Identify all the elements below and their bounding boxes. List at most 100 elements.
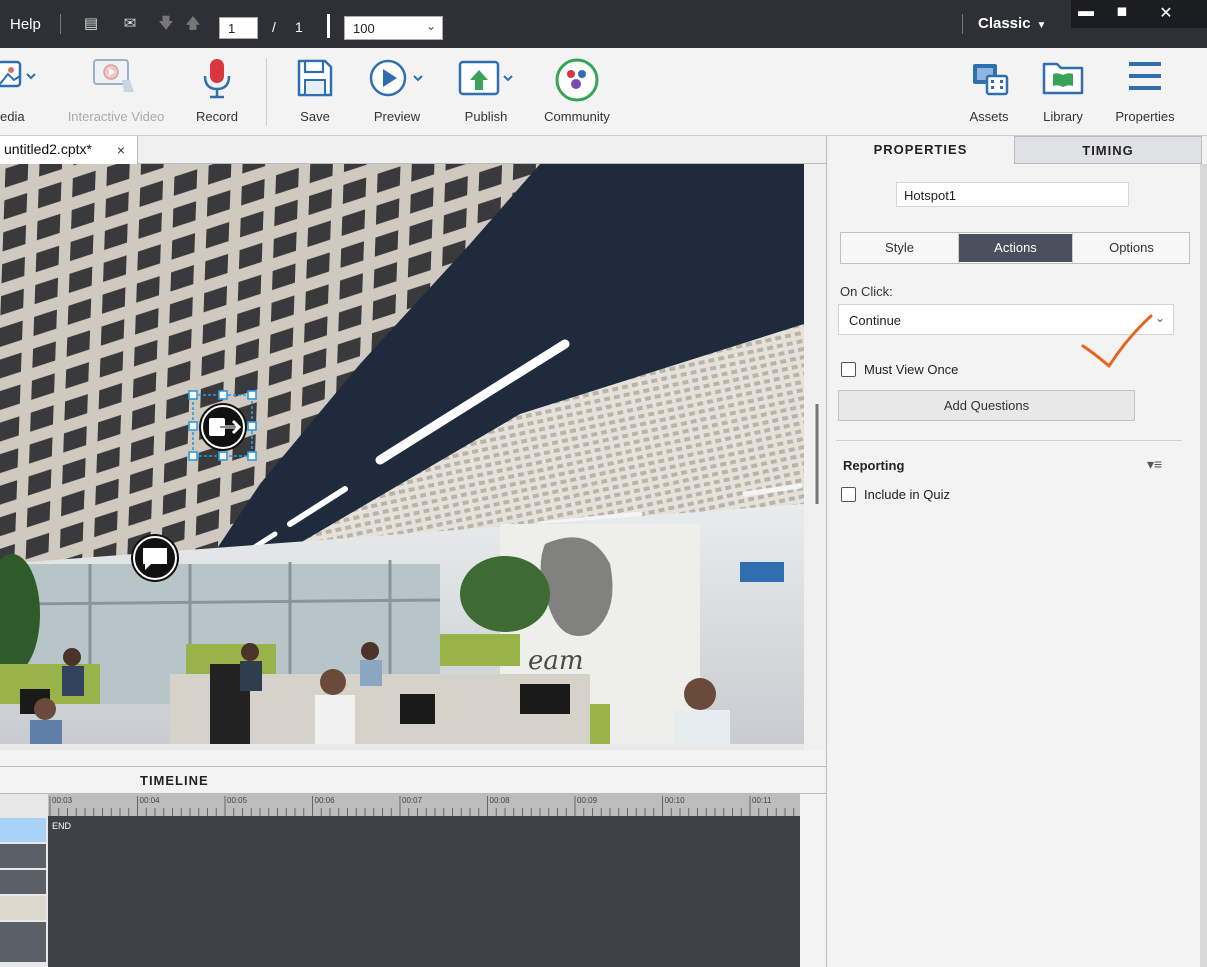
include-in-quiz-label: Include in Quiz (864, 487, 950, 502)
assets-button[interactable]: Assets (962, 48, 1016, 136)
timeline-tick-label: 00:08 (490, 796, 511, 805)
timeline-title: TIMELINE (140, 773, 209, 788)
interactive-video-icon (93, 59, 134, 92)
reporting-heading: Reporting (843, 458, 905, 473)
timeline-tick-label: 00:11 (752, 796, 772, 805)
timeline-tick-label: 00:06 (315, 796, 336, 805)
timeline-header: TIMELINE (0, 766, 826, 794)
page-number-input[interactable]: 1 (219, 17, 258, 39)
media-icon (0, 60, 36, 88)
timeline-tick-label: 00:05 (227, 796, 248, 805)
workspace-label: Classic (978, 15, 1031, 32)
publish-icon (458, 60, 513, 96)
captivate-window: Help ▤ ✉ 🡇 🡅 1 / 1 100 ⌄ Classic ▼ ▬ ◼ ✕ (0, 0, 1207, 967)
assets-label: Assets (969, 109, 1009, 124)
svg-text:eam: eam (528, 646, 584, 676)
save-icon (297, 59, 333, 97)
main-toolbar: edia Interactive Video Record Save Previ… (0, 48, 1207, 136)
arrow-down-icon[interactable]: 🡇 (155, 13, 177, 35)
zoom-select[interactable]: 100 ⌄ (344, 16, 443, 40)
properties-label: Properties (1115, 109, 1175, 124)
document-tab[interactable]: untitled2.cptx* × (0, 136, 138, 164)
publish-label: Publish (464, 109, 508, 124)
timeline-tick-label: 00:07 (402, 796, 423, 805)
timeline-tick-label: 00:09 (577, 796, 598, 805)
must-view-once-checkbox[interactable]: Must View Once (841, 362, 958, 377)
subtab-strip: Style Actions Options (840, 232, 1190, 264)
checkbox-box (841, 487, 856, 502)
close-tab-icon[interactable]: × (117, 142, 125, 158)
workspace-switcher[interactable]: Classic ▼ (978, 15, 1046, 32)
panel-scrollbar[interactable] (1200, 164, 1207, 967)
annotation-checkmark (1081, 314, 1153, 368)
chevron-down-icon: ⌄ (425, 19, 436, 33)
interactive-video-label: Interactive Video (67, 109, 165, 124)
on-click-label: On Click: (840, 284, 893, 299)
preview-icon (369, 59, 423, 97)
community-button[interactable]: Community (536, 48, 618, 136)
zoom-value: 100 (353, 21, 375, 36)
properties-panel: PROPERTIES TIMING Hotspot1 Style Actions… (826, 136, 1207, 967)
caret-down-icon: ▼ (1036, 20, 1047, 31)
slide-stage: eam (0, 164, 826, 750)
tab-timing[interactable]: TIMING (1014, 136, 1202, 164)
library-label: Library (1043, 109, 1083, 124)
menu-separator (60, 14, 61, 34)
microphone-icon (203, 59, 231, 99)
media-button[interactable]: edia (0, 48, 48, 136)
page-separator: / (272, 19, 276, 35)
timeline-tick-label: 00:04 (140, 796, 161, 805)
record-label: Record (196, 109, 238, 124)
minimize-icon[interactable]: ▬ (1071, 3, 1101, 21)
timeline-end-label: END (52, 821, 72, 831)
subtab-style[interactable]: Style (841, 233, 959, 263)
page-total: 1 (295, 19, 303, 35)
hotspot-chat[interactable] (131, 534, 179, 582)
preview-label: Preview (373, 109, 421, 124)
publish-button[interactable]: Publish (450, 48, 522, 136)
media-label: edia (0, 109, 25, 124)
preview-button[interactable]: Preview (364, 48, 430, 136)
properties-button[interactable]: Properties (1110, 48, 1180, 136)
save-button[interactable]: Save (286, 48, 344, 136)
save-label: Save (300, 109, 330, 124)
timeline-tracks: 00:03 00:04 00:05 00:06 00:07 00:08 00:09 00:10… (0, 794, 826, 967)
slide-canvas: eam (0, 164, 826, 750)
must-view-once-label: Must View Once (864, 362, 959, 377)
panel-divider (836, 440, 1182, 441)
arrow-up-icon[interactable]: 🡅 (182, 13, 204, 35)
tab-properties[interactable]: PROPERTIES (827, 136, 1014, 164)
reporting-menu-icon[interactable]: ▾≡ (1147, 456, 1162, 473)
menu-separator (327, 14, 330, 38)
document-tab-title: untitled2.cptx* (4, 141, 92, 157)
close-icon[interactable]: ✕ (1151, 3, 1181, 23)
object-name-input[interactable]: Hotspot1 (896, 182, 1129, 207)
document-tab-bar: untitled2.cptx* × (0, 136, 826, 164)
mail-icon[interactable]: ✉ (119, 13, 141, 35)
toolbar-divider (266, 58, 267, 126)
interactive-video-button[interactable]: Interactive Video (56, 48, 176, 136)
record-button[interactable]: Record (186, 48, 248, 136)
menu-bar: Help ▤ ✉ 🡇 🡅 1 / 1 100 ⌄ Classic ▼ ▬ ◼ ✕ (0, 0, 1207, 48)
community-label: Community (544, 109, 610, 124)
window-controls: ▬ ◼ ✕ (1071, 0, 1207, 28)
panel-tabs: PROPERTIES TIMING (827, 136, 1203, 164)
on-click-value: Continue (849, 313, 902, 328)
add-questions-button[interactable]: Add Questions (838, 390, 1135, 421)
checkbox-box (841, 362, 856, 377)
properties-icon (1129, 62, 1161, 90)
subtab-actions[interactable]: Actions (959, 234, 1072, 262)
menu-separator (962, 14, 963, 34)
maximize-icon[interactable]: ◼ (1107, 3, 1137, 19)
timeline-panel: 00:03 00:04 00:05 00:06 00:07 00:08 00:09 00:10… (0, 794, 826, 967)
library-icon (1042, 62, 1084, 95)
timeline-tick-label: 00:10 (665, 796, 686, 805)
include-in-quiz-checkbox[interactable]: Include in Quiz (841, 487, 950, 502)
assets-icon (973, 64, 1009, 96)
community-icon (555, 58, 599, 102)
help-menu[interactable]: Help (10, 16, 41, 33)
timeline-tick-label: 00:03 (52, 796, 73, 805)
slides-icon[interactable]: ▤ (80, 13, 102, 35)
subtab-options[interactable]: Options (1072, 233, 1190, 263)
library-button[interactable]: Library (1036, 48, 1090, 136)
